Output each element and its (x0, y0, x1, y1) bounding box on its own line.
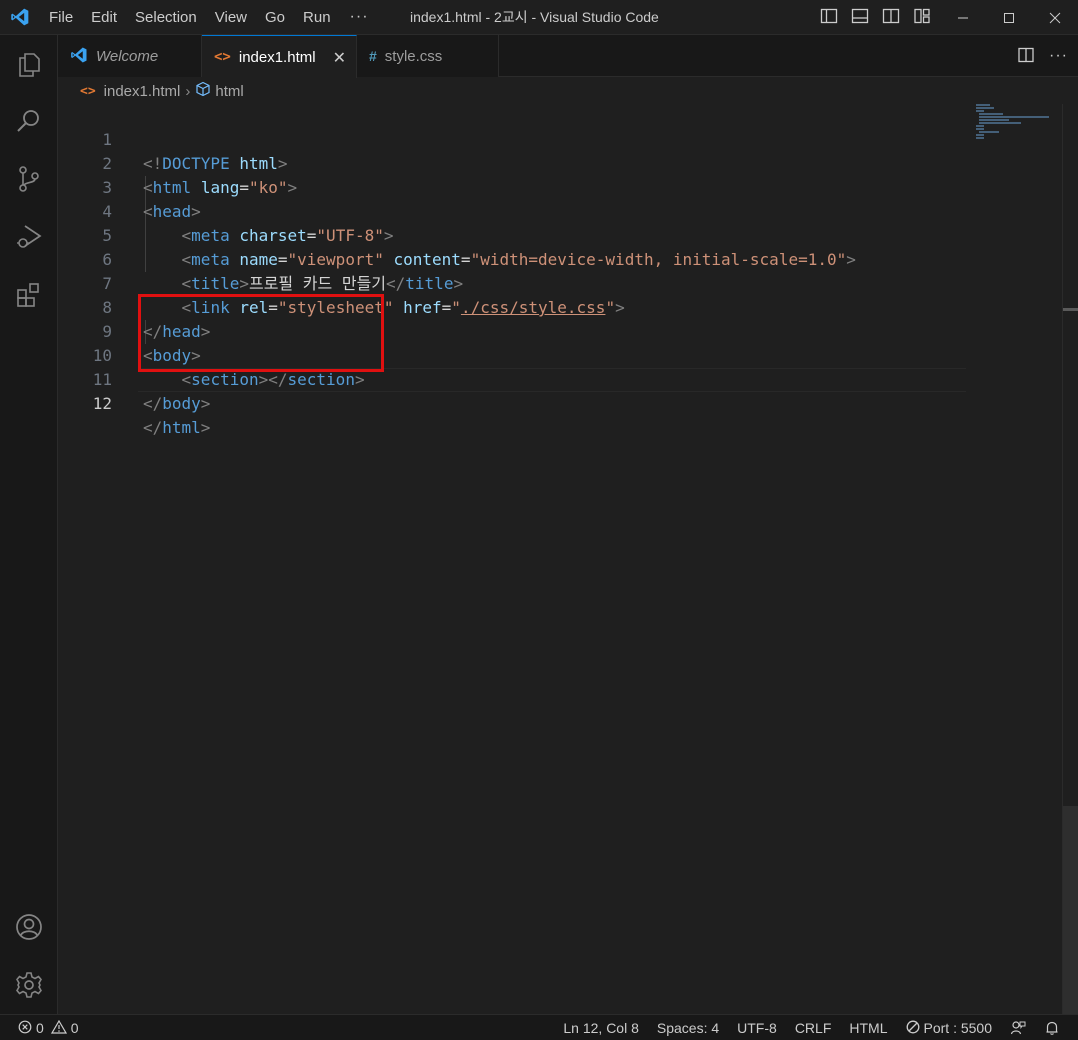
code-line: 6 <title>프로필 카드 만들기</title> (58, 224, 968, 293)
vscode-logo-icon (0, 0, 40, 35)
tab-label: style.css (384, 47, 443, 65)
cursor-position[interactable]: Ln 12, Col 8 (554, 1020, 648, 1036)
menu-view[interactable]: View (206, 0, 256, 35)
annotation-highlight-box (138, 294, 384, 372)
customize-layout-icon[interactable] (913, 7, 931, 28)
split-editor-icon[interactable] (1017, 46, 1035, 67)
code-line: 4 <meta charset="UTF-8"> (58, 176, 968, 245)
tab-welcome[interactable]: Welcome (58, 35, 202, 77)
settings-gear-icon[interactable] (0, 961, 58, 1009)
title-bar: File Edit Selection View Go Run ··· inde… (0, 0, 1078, 35)
no-entry-icon (906, 1020, 920, 1037)
warning-icon (50, 1019, 67, 1037)
code-line: 5 <meta name="viewport" content="width=d… (58, 200, 968, 269)
token: </ (143, 394, 163, 413)
code-line: 7 <link rel="stylesheet" href="./css/sty… (58, 248, 968, 317)
toggle-secondary-sidebar-icon[interactable] (882, 7, 900, 28)
token: > (200, 394, 211, 413)
close-tab-icon[interactable]: ✕ (333, 48, 346, 68)
line-number: 12 (92, 394, 112, 413)
menu-more-button[interactable]: ··· (340, 8, 379, 26)
error-count: 0 (36, 1020, 44, 1036)
menu-file[interactable]: File (40, 0, 82, 35)
chevron-right-icon: › (185, 82, 191, 100)
window-title: index1.html - 2교시 - Visual Studio Code (410, 9, 659, 25)
language-mode[interactable]: HTML (840, 1020, 896, 1036)
breadcrumb-symbol[interactable]: html (215, 83, 243, 100)
search-icon[interactable] (0, 97, 58, 145)
run-debug-icon[interactable] (0, 213, 58, 261)
code-line: 8 </head> (58, 272, 968, 341)
minimize-icon[interactable] (940, 0, 986, 35)
indentation[interactable]: Spaces: 4 (648, 1020, 728, 1036)
error-icon (18, 1020, 32, 1037)
menu-go[interactable]: Go (256, 0, 294, 35)
minimap[interactable] (974, 104, 1062, 164)
breadcrumb-file[interactable]: index1.html (104, 83, 181, 100)
menu-bar: File Edit Selection View Go Run ··· (40, 0, 379, 35)
code-line: 1 <!DOCTYPE html> (58, 104, 968, 173)
menu-run[interactable]: Run (294, 0, 340, 35)
editor-tabs: Welcome <> index1.html ✕ # style.css ··· (58, 35, 1078, 78)
token: > (200, 418, 211, 437)
code-line: 2 <html lang="ko"> (58, 128, 968, 197)
toggle-panel-icon[interactable] (851, 7, 869, 28)
activity-bar (0, 35, 58, 1014)
status-bar: 0 0 Ln 12, Col 8 Spaces: 4 UTF-8 CRLF HT… (0, 1014, 1078, 1040)
close-window-icon[interactable] (1032, 0, 1078, 35)
menu-edit[interactable]: Edit (82, 0, 126, 35)
encoding[interactable]: UTF-8 (728, 1020, 786, 1036)
menu-selection[interactable]: Selection (126, 0, 206, 35)
token: body (162, 394, 201, 413)
tab-label: Welcome (96, 47, 159, 65)
explorer-icon[interactable] (0, 40, 58, 88)
tab-style-css[interactable]: # style.css (357, 35, 499, 77)
scroll-thumb[interactable] (1063, 806, 1078, 1014)
tab-index1-html[interactable]: <> index1.html ✕ (202, 35, 357, 78)
problems-indicator[interactable]: 0 0 (18, 1015, 79, 1040)
css-icon: # (369, 48, 377, 64)
breadcrumb: <> index1.html › html (58, 78, 1078, 104)
symbol-icon (195, 81, 211, 101)
vscode-icon (70, 46, 88, 67)
html-icon: <> (214, 49, 231, 65)
accounts-icon[interactable] (0, 903, 58, 951)
token: </ (143, 418, 163, 437)
source-control-icon[interactable] (0, 155, 58, 203)
vertical-scrollbar[interactable] (1062, 104, 1078, 1014)
feedback-icon[interactable] (1001, 1020, 1035, 1036)
warning-count: 0 (70, 1020, 79, 1036)
port-label: Port : 5500 (923, 1020, 993, 1036)
token: html (162, 418, 201, 437)
code-editor[interactable]: 1 <!DOCTYPE html> 2 <html lang="ko"> 3 <… (58, 104, 1062, 1014)
more-actions-icon[interactable]: ··· (1049, 47, 1068, 65)
live-server-port[interactable]: Port : 5500 (897, 1020, 1002, 1037)
toggle-primary-sidebar-icon[interactable] (820, 7, 838, 28)
end-of-line[interactable]: CRLF (786, 1020, 841, 1036)
html-icon: <> (80, 83, 96, 99)
tab-label: index1.html (238, 48, 316, 66)
notifications-bell-icon[interactable] (1035, 1020, 1078, 1036)
scroll-position-marker (1063, 308, 1078, 311)
code-line: 3 <head> (58, 152, 968, 221)
extensions-icon[interactable] (0, 271, 58, 319)
maximize-icon[interactable] (986, 0, 1032, 35)
